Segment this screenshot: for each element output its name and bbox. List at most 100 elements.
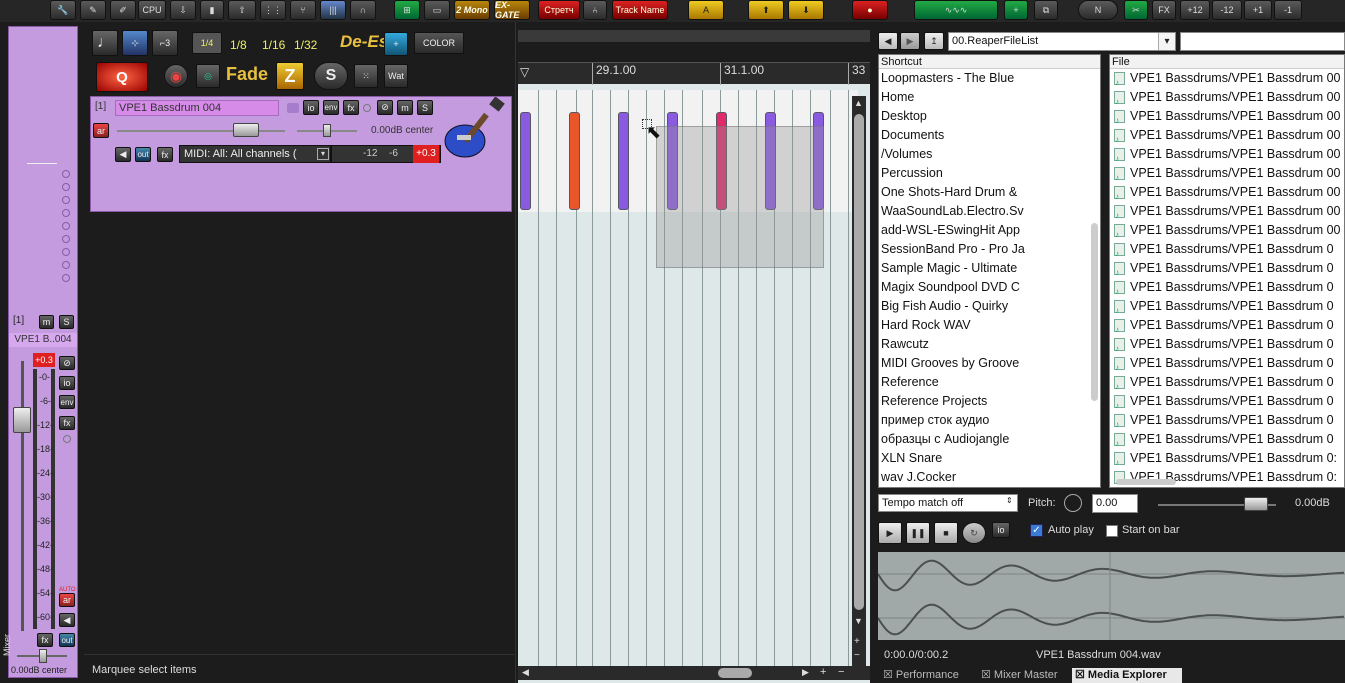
track-fx-chain-button[interactable]: fx: [157, 147, 173, 162]
mixer-width-handle[interactable]: [39, 649, 47, 663]
file-item[interactable]: ♪ VPE1 Bassdrums/VPE1 Bassdrum 00: [1110, 202, 1344, 221]
back-icon[interactable]: ◀: [878, 32, 898, 50]
record-arm-icon[interactable]: ◉: [164, 64, 188, 88]
shortcut-item[interactable]: SessionBand Pro - Pro Ja: [879, 240, 1100, 259]
close-icon[interactable]: ☒: [1075, 669, 1088, 681]
media-item[interactable]: [618, 112, 629, 210]
snap-icon[interactable]: ⊹: [122, 30, 148, 56]
minus1-button[interactable]: -1: [1274, 0, 1302, 20]
note-icon[interactable]: ♩: [92, 30, 118, 56]
file-item[interactable]: ♪ VPE1 Bassdrums/VPE1 Bassdrum 0: [1110, 354, 1344, 373]
file-item[interactable]: ♪ VPE1 Bassdrums/VPE1 Bassdrum 00: [1110, 145, 1344, 164]
shortcut-scroll-thumb[interactable]: [1091, 223, 1098, 401]
tempo-match-select[interactable]: Tempo match off: [878, 494, 1018, 512]
timeline-ruler[interactable]: ▽ 29.1.00 31.1.00 33: [518, 62, 870, 85]
grid-eighth-button[interactable]: 1/8: [230, 38, 247, 52]
headphones-icon[interactable]: ∩: [350, 0, 376, 20]
file-item[interactable]: ♪ VPE1 Bassdrums/VPE1 Bassdrum 0: [1110, 335, 1344, 354]
dots-grid-icon[interactable]: ⁙: [354, 64, 378, 88]
track-pan-handle[interactable]: [323, 124, 331, 137]
file-item[interactable]: ♪ VPE1 Bassdrums/VPE1 Bassdrum 00: [1110, 88, 1344, 107]
track-mute-button[interactable]: m: [397, 100, 413, 115]
vertical-scroll-thumb[interactable]: [854, 114, 864, 610]
plus12-button[interactable]: +12: [1180, 0, 1210, 20]
shortcut-item[interactable]: wav J.Cocker: [879, 468, 1100, 487]
tab-media-explorer[interactable]: ☒ Media Explorer: [1072, 668, 1182, 683]
mixer-fx-send-button[interactable]: fx: [37, 633, 53, 647]
eye-icon[interactable]: ◎: [196, 64, 220, 88]
two-mono-button[interactable]: 2 Mono: [454, 0, 490, 20]
shortcut-item[interactable]: Rawcutz: [879, 335, 1100, 354]
shortcut-item[interactable]: Magix Soundpool DVD C: [879, 278, 1100, 297]
track-out-button[interactable]: out: [135, 147, 151, 162]
q-logo-icon[interactable]: Q: [96, 62, 148, 92]
preview-volume-handle[interactable]: [1244, 497, 1268, 511]
track-solo-button[interactable]: S: [417, 100, 433, 115]
track-io-button[interactable]: io: [303, 100, 319, 115]
file-item[interactable]: ♪ VPE1 Bassdrums/VPE1 Bassdrum 00: [1110, 164, 1344, 183]
bars-icon[interactable]: |||: [320, 0, 346, 20]
zoom-in-vertical-icon[interactable]: +: [854, 636, 860, 647]
color-button[interactable]: COLOR: [414, 32, 464, 54]
plus1-button[interactable]: +1: [1244, 0, 1272, 20]
file-item[interactable]: ♪ VPE1 Bassdrums/VPE1 Bassdrum 0:: [1110, 449, 1344, 468]
pause-icon[interactable]: ❚❚: [906, 522, 930, 544]
add-fx-icon[interactable]: +: [384, 32, 408, 56]
shortcut-item[interactable]: Desktop: [879, 107, 1100, 126]
cpu-button[interactable]: CPU: [138, 0, 166, 20]
scroll-left-icon[interactable]: ◀: [522, 667, 529, 678]
file-item[interactable]: ♪ VPE1 Bassdrums/VPE1 Bassdrum 00: [1110, 221, 1344, 240]
shortcut-item[interactable]: Reference: [879, 373, 1100, 392]
pitch-knob[interactable]: [1064, 494, 1082, 512]
shortcut-item[interactable]: add-WSL-ESwingHit App: [879, 221, 1100, 240]
track-volume-handle[interactable]: [233, 123, 259, 137]
file-item[interactable]: ♪ VPE1 Bassdrums/VPE1 Bassdrum 0: [1110, 259, 1344, 278]
ex-gate-button[interactable]: EX-GATE: [494, 0, 530, 20]
download-icon[interactable]: ⇩: [170, 0, 196, 20]
wrench-icon[interactable]: 🔧: [50, 0, 76, 20]
playhead-marker-icon[interactable]: ▽: [520, 65, 529, 79]
zoom-in-horizontal-icon[interactable]: +: [820, 666, 826, 678]
media-item[interactable]: [520, 112, 531, 210]
pitch-value-input[interactable]: 0.00: [1092, 494, 1138, 513]
shortcut-item[interactable]: Hard Rock WAV: [879, 316, 1100, 335]
add-track-icon[interactable]: +: [1004, 0, 1028, 20]
media-item[interactable]: [569, 112, 580, 210]
routing-small-icon[interactable]: ⑃: [583, 0, 607, 20]
font-a-icon[interactable]: A: [688, 0, 724, 20]
z-logo-icon[interactable]: Z: [276, 62, 304, 90]
scroll-right-icon[interactable]: ▶: [802, 667, 809, 678]
mixer-pan-knob[interactable]: [63, 435, 71, 443]
mixer-speaker-icon[interactable]: ◀: [59, 613, 75, 627]
fade-button[interactable]: Fade: [226, 64, 268, 85]
chevron-down-icon[interactable]: ▾: [317, 148, 329, 160]
auto-play-checkbox[interactable]: ✓: [1030, 524, 1043, 537]
tempo-stepper-icon[interactable]: ⇕: [1006, 496, 1013, 505]
device-icon[interactable]: ▮: [200, 0, 224, 20]
shortcut-item[interactable]: /Volumes: [879, 145, 1100, 164]
shortcut-item[interactable]: пример сток аудио: [879, 411, 1100, 430]
scroll-up-icon[interactable]: ▲: [854, 98, 863, 108]
grid-icon[interactable]: ⋮⋮: [260, 0, 286, 20]
track-volume-slider[interactable]: [117, 130, 285, 132]
mixer-phase-icon[interactable]: ⊘: [59, 356, 75, 370]
shortcut-item[interactable]: Reference Projects: [879, 392, 1100, 411]
arrow-up-icon[interactable]: ⬆: [748, 0, 784, 20]
mixer-env-button[interactable]: env: [59, 395, 75, 409]
grid-32nd-button[interactable]: 1/32: [294, 38, 317, 52]
zoom-out-vertical-icon[interactable]: −: [854, 650, 860, 661]
grid-quarter-button[interactable]: 1/4: [192, 32, 222, 54]
search-input[interactable]: [1180, 32, 1345, 51]
horizontal-scroll-thumb[interactable]: [718, 668, 752, 678]
shortcut-item[interactable]: MIDI Grooves by Groove: [879, 354, 1100, 373]
file-item[interactable]: ♪ VPE1 Bassdrums/VPE1 Bassdrum 0: [1110, 411, 1344, 430]
wat-button[interactable]: Wat: [384, 64, 408, 88]
shortcut-item[interactable]: Home: [879, 88, 1100, 107]
mixer-arm-button[interactable]: ar: [59, 593, 75, 607]
shortcut-item[interactable]: Big Fish Audio - Quirky: [879, 297, 1100, 316]
horizontal-scrollbar[interactable]: ◀ ▶ + −: [518, 666, 870, 680]
tab-performance[interactable]: ☒ Performance: [880, 668, 976, 683]
n-logo-icon[interactable]: N: [1078, 0, 1118, 20]
window-icon[interactable]: ▭: [424, 0, 450, 20]
shortcut-item[interactable]: Documents: [879, 126, 1100, 145]
